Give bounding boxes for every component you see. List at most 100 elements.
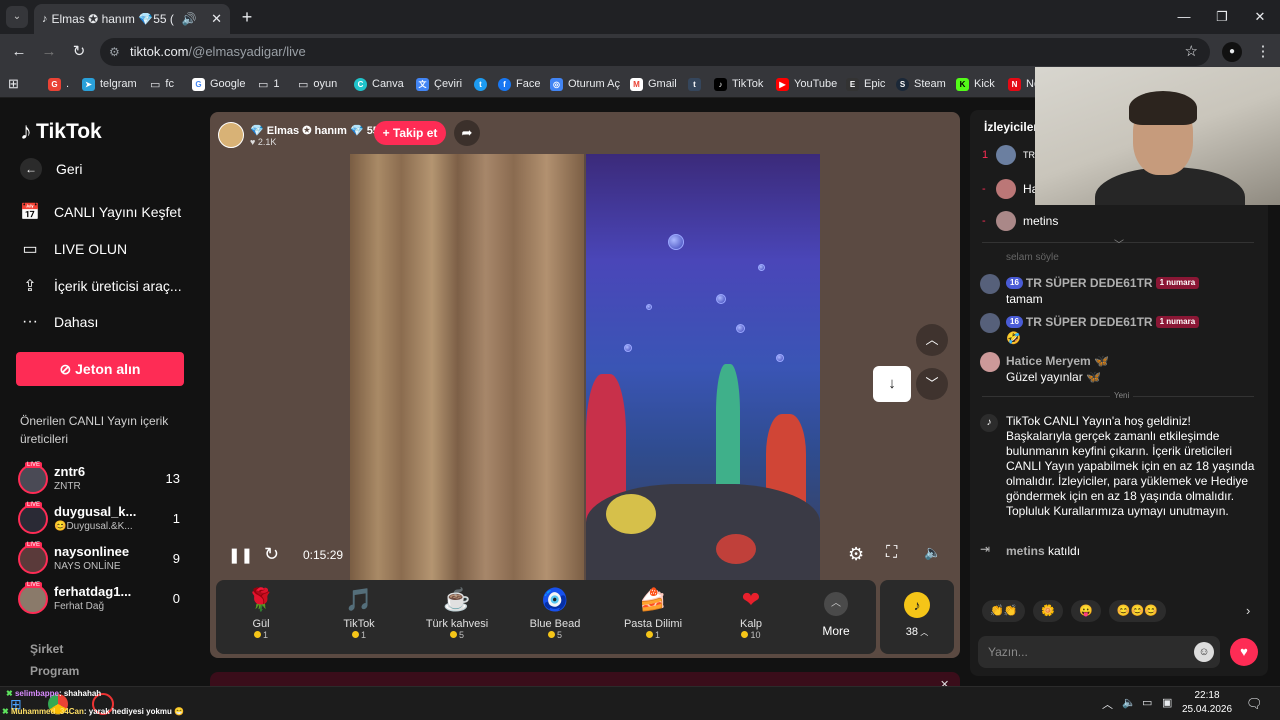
blue-bead-icon: 🧿	[541, 587, 569, 612]
gift-item[interactable]: 🍰 Pasta Dilimi 1	[608, 586, 698, 650]
tab-close-icon[interactable]: ✕	[211, 11, 222, 27]
coin-balance-button[interactable]: ♪ 38 ︿	[880, 580, 954, 654]
chat-message[interactable]: 16 TR SÜPER DEDE61TR 1 numara tamam	[980, 274, 1255, 308]
bookmark-chrome[interactable]: G.	[48, 75, 69, 93]
bookmark-star-icon[interactable]: ☆	[1185, 38, 1198, 66]
bookmark-google[interactable]: G Google	[192, 75, 245, 93]
emoji-picker-icon[interactable]: ☺	[1194, 642, 1214, 662]
pause-icon[interactable]: ❚❚	[228, 546, 253, 564]
site-info-icon[interactable]: ⚙	[109, 38, 120, 66]
bookmark-oturum[interactable]: ◎ Oturum Aç	[550, 75, 620, 93]
fullscreen-icon[interactable]: ⛶	[886, 544, 897, 562]
gift-item[interactable]: ☕ Türk kahvesi 5	[412, 586, 502, 650]
gift-item[interactable]: 🎵 TikTok 1	[314, 586, 404, 650]
nav-explore-live[interactable]: 📅 CANLI Yayını Keşfet	[20, 202, 181, 222]
close-window-button[interactable]: ✕	[1240, 6, 1280, 28]
creator-item[interactable]: LIVE duygusal_k... 😊Duygusal.&K... 1	[18, 502, 188, 536]
more-gifts-button[interactable]: ︿ More	[816, 592, 856, 638]
like-heart-button[interactable]: ♥	[1230, 638, 1258, 666]
quick-emoji[interactable]: 🌼	[1033, 600, 1064, 622]
expand-chevron-icon[interactable]: ﹀	[1114, 236, 1124, 251]
new-tab-button[interactable]: +	[236, 6, 258, 28]
creator-item[interactable]: LIVE naysonlinee NAYS ONLİNE 9	[18, 542, 188, 576]
volume-icon[interactable]: 🔈	[924, 544, 941, 561]
bookmark-oyun[interactable]: ▭ oyun	[298, 75, 337, 93]
notification-icon[interactable]: 🗨	[1246, 696, 1263, 712]
bookmark-tumblr[interactable]: t	[688, 75, 701, 93]
reload-icon[interactable]: ↻	[68, 41, 90, 63]
settings-gear-icon[interactable]: ⚙	[848, 544, 864, 565]
bookmark-ceviri[interactable]: 文 Çeviri	[416, 75, 462, 93]
gift-item[interactable]: 🧿 Blue Bead 5	[510, 586, 600, 650]
gift-item[interactable]: ❤ Kalp 10	[706, 586, 796, 650]
rose-icon: 🌹	[247, 587, 275, 612]
bookmark-face[interactable]: f Face	[498, 75, 540, 93]
quick-emoji[interactable]: 😊😊😊	[1108, 600, 1166, 622]
back-nav[interactable]: ← Geri	[20, 158, 82, 180]
avatar	[980, 352, 1000, 372]
viewer-row[interactable]: - metins	[982, 210, 1058, 232]
volume-tray-icon[interactable]: 🔈	[1122, 696, 1136, 709]
minimize-button[interactable]: —	[1164, 6, 1204, 28]
tiktok-favicon-icon: ♪	[42, 13, 48, 25]
tab-search-icon[interactable]: ⌄	[6, 6, 28, 28]
get-coins-button[interactable]: ⊘ Jeton alın	[16, 352, 184, 386]
battery-icon[interactable]: ▭	[1142, 696, 1152, 709]
viewer-row[interactable]: - Ha	[982, 178, 1038, 200]
quick-emoji[interactable]: 😛	[1071, 600, 1101, 622]
bookmark-gmail[interactable]: M Gmail	[630, 75, 677, 93]
viewer-row[interactable]: 1 TR	[982, 144, 1035, 166]
address-bar[interactable]: ⚙ tiktok.com/@elmasyadigar/live ☆	[100, 38, 1210, 66]
more-dots-icon: ···	[22, 313, 38, 330]
tiktok-logo[interactable]: ♪ TikTok	[20, 118, 102, 146]
bookmark-youtube[interactable]: ▶ YouTube	[776, 75, 837, 93]
bookmark-1[interactable]: ▭ 1	[258, 75, 280, 93]
welcome-message: ♪ TikTok CANLI Yayın'a hoş geldiniz! Baş…	[980, 414, 1255, 524]
nav-more[interactable]: ··· Dahası	[20, 313, 98, 331]
google-icon: G	[192, 77, 205, 91]
network-icon[interactable]: ▣	[1162, 696, 1172, 709]
streamer-info[interactable]: 💎 Elmas ✪ hanım 💎 55 ♥ 2.1K	[218, 120, 379, 150]
creator-item[interactable]: LIVE ferhatdag1... Ferhat Dağ 0	[18, 582, 188, 616]
browser-tab[interactable]: ♪ Elmas ✪ hanım 💎55 ( 🔊 ✕	[34, 4, 230, 34]
footer-company-link[interactable]: Şirket	[30, 642, 63, 656]
share-icon[interactable]: ➦	[454, 120, 480, 146]
chevron-down-icon[interactable]: ﹀	[916, 368, 948, 400]
bookmark-canva[interactable]: C Canva	[354, 75, 404, 93]
bookmark-twitter[interactable]: t	[474, 75, 487, 93]
chat-message[interactable]: Hatice Meryem 🦋 Güzel yayınlar 🦋	[980, 352, 1255, 386]
menu-kebab-icon[interactable]: ⋮	[1252, 41, 1274, 63]
tray-chevron-icon[interactable]: ︿	[1102, 696, 1113, 712]
live-video-player[interactable]: 💎 Elmas ✪ hanım 💎 55 ♥ 2.1K + Takip et ➦…	[210, 112, 960, 658]
apps-grid-icon[interactable]: ⊞	[8, 75, 19, 93]
bookmark-epic[interactable]: E Epic	[846, 75, 885, 93]
nav-creator-tools[interactable]: ⇪ İçerik üreticisi araç...	[20, 276, 181, 296]
nav-go-live[interactable]: ▭ LIVE OLUN	[20, 239, 127, 259]
bookmark-telgram[interactable]: ➤ telgram	[82, 75, 137, 93]
maximize-button[interactable]: ❐	[1202, 6, 1242, 28]
download-arrow-icon[interactable]: ↓	[873, 366, 911, 402]
quick-emoji[interactable]: 👏👏	[982, 600, 1026, 622]
bookmark-fc[interactable]: ▭ fc	[150, 75, 174, 93]
back-arrow-icon[interactable]: ←	[8, 41, 30, 63]
gift-item[interactable]: 🌹 Gül 1	[216, 586, 306, 650]
refresh-icon[interactable]: ↻	[264, 544, 279, 565]
tab-audio-icon[interactable]: 🔊	[182, 12, 197, 26]
streamer-name: 💎 Elmas ✪ hanım 💎 55	[250, 124, 379, 137]
follow-button[interactable]: + Takip et	[374, 121, 446, 145]
coin-icon	[645, 631, 653, 638]
bookmark-tiktok[interactable]: ♪ TikTok	[714, 75, 763, 93]
chat-input[interactable]: Yazın... ☺	[978, 636, 1220, 668]
bookmark-kick[interactable]: K Kick	[956, 75, 995, 93]
footer-program-link[interactable]: Program	[30, 664, 79, 678]
bookmark-steam[interactable]: S Steam	[896, 75, 946, 93]
avatar	[996, 145, 1016, 165]
forward-arrow-icon[interactable]: →	[38, 41, 60, 63]
chevron-right-icon[interactable]: ›	[1246, 603, 1250, 618]
chevron-up-icon[interactable]: ︿	[916, 324, 948, 356]
steam-icon: S	[896, 77, 909, 91]
profile-avatar[interactable]: ●	[1222, 42, 1242, 62]
creator-item[interactable]: LIVE zntr6 ZNTR 13	[18, 462, 188, 496]
chat-message[interactable]: 16 TR SÜPER DEDE61TR 1 numara 🤣	[980, 313, 1255, 347]
system-clock[interactable]: 22:18 25.04.2026	[1180, 689, 1234, 717]
